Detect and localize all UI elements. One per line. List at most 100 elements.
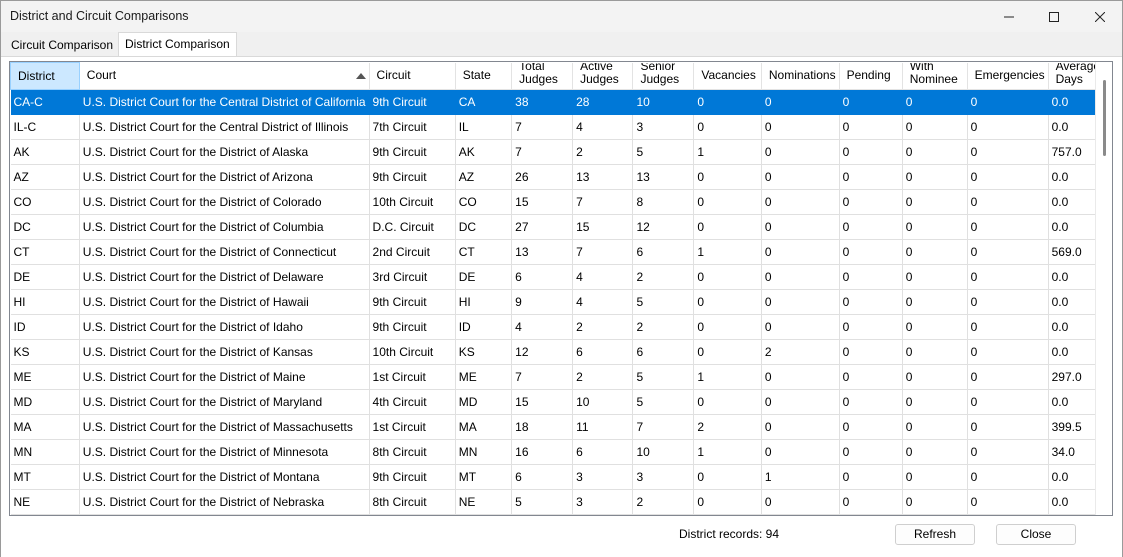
cell-with-nominee: 0 xyxy=(902,189,968,215)
close-button[interactable]: Close xyxy=(996,524,1076,545)
maximize-icon xyxy=(1049,11,1059,22)
vertical-scrollbar[interactable] xyxy=(1095,62,1112,515)
cell-total-judges: 38 xyxy=(511,89,574,115)
column-header-label-line2: Days xyxy=(1055,71,1083,86)
cell-pending: 0 xyxy=(839,414,903,440)
column-header-pending[interactable]: Pending xyxy=(839,62,903,90)
cell-circuit: 1st Circuit xyxy=(369,364,456,390)
cell-district: ME xyxy=(10,364,80,390)
cell-active-judges: 3 xyxy=(572,464,634,490)
cell-with-nominee: 0 xyxy=(902,214,968,240)
title-bar: District and Circuit Comparisons xyxy=(1,1,1122,32)
cell-with-nominee: 0 xyxy=(902,164,968,190)
cell-senior-judges: 3 xyxy=(632,464,695,490)
table-row[interactable]: ID U.S. District Court for the District o… xyxy=(10,314,1112,340)
cell-state: CA xyxy=(455,89,513,115)
column-header-with-nominee[interactable]: With Nominee xyxy=(902,62,968,90)
cell-with-nominee: 0 xyxy=(902,364,968,390)
cell-court: U.S. District Court for the District of … xyxy=(79,139,370,165)
table-row[interactable]: ME U.S. District Court for the District o… xyxy=(10,364,1112,390)
column-header-total-judges[interactable]: Total Judges xyxy=(511,62,574,90)
cell-vacancies: 0 xyxy=(693,189,762,215)
cell-senior-judges: 6 xyxy=(632,339,695,365)
tab-district-comparison[interactable]: District Comparison xyxy=(118,32,237,57)
cell-vacancies: 0 xyxy=(693,389,762,415)
table-row[interactable]: DE U.S. District Court for the District o… xyxy=(10,264,1112,290)
column-header-nominations[interactable]: Nominations xyxy=(761,62,840,90)
cell-active-judges: 2 xyxy=(572,139,634,165)
table-row[interactable]: MA U.S. District Court for the District o… xyxy=(10,414,1112,440)
cell-with-nominee: 0 xyxy=(902,489,968,515)
column-header-vacancies[interactable]: Vacancies xyxy=(693,62,762,90)
cell-vacancies: 0 xyxy=(693,214,762,240)
cell-total-judges: 7 xyxy=(511,114,574,140)
cell-with-nominee: 0 xyxy=(902,114,968,140)
cell-circuit: 8th Circuit xyxy=(369,489,456,515)
cell-district: MN xyxy=(10,439,80,465)
column-header-senior-judges[interactable]: Senior Judges xyxy=(632,62,695,90)
table-row[interactable]: MT U.S. District Court for the District o… xyxy=(10,464,1112,490)
column-header-label: Vacancies xyxy=(701,68,756,83)
cell-active-judges: 2 xyxy=(572,364,634,390)
cell-pending: 0 xyxy=(839,114,903,140)
cell-total-judges: 5 xyxy=(511,489,574,515)
cell-state: MD xyxy=(455,389,513,415)
column-header-active-judges[interactable]: Active Judges xyxy=(572,62,634,90)
scrollbar-thumb[interactable] xyxy=(1103,80,1106,156)
cell-court: U.S. District Court for the District of … xyxy=(79,439,370,465)
cell-active-judges: 28 xyxy=(572,89,634,115)
table-row[interactable]: HI U.S. District Court for the District o… xyxy=(10,289,1112,315)
minimize-button[interactable] xyxy=(986,1,1032,32)
cell-circuit: 7th Circuit xyxy=(369,114,456,140)
column-header-circuit[interactable]: Circuit xyxy=(369,62,456,90)
cell-district: DE xyxy=(10,264,80,290)
table-row[interactable]: MN U.S. District Court for the District o… xyxy=(10,439,1112,465)
minimize-icon xyxy=(1004,16,1014,17)
cell-senior-judges: 6 xyxy=(632,239,695,265)
cell-court: U.S. District Court for the District of … xyxy=(79,214,370,240)
cell-district: ID xyxy=(10,314,80,340)
maximize-button[interactable] xyxy=(1031,1,1077,32)
table-row[interactable]: DC U.S. District Court for the District o… xyxy=(10,214,1112,240)
table-row[interactable]: IL-C U.S. District Court for the Central … xyxy=(10,114,1112,140)
cell-court: U.S. District Court for the District of … xyxy=(79,464,370,490)
cell-vacancies: 1 xyxy=(693,439,762,465)
table-row[interactable]: MD U.S. District Court for the District o… xyxy=(10,389,1112,415)
cell-emergencies: 0 xyxy=(967,89,1049,115)
column-header-court[interactable]: Court xyxy=(79,62,370,90)
table-row[interactable]: CA-C U.S. District Court for the Central … xyxy=(10,89,1112,115)
cell-total-judges: 12 xyxy=(511,339,574,365)
cell-emergencies: 0 xyxy=(967,164,1049,190)
table-row[interactable]: AZ U.S. District Court for the District o… xyxy=(10,164,1112,190)
cell-with-nominee: 0 xyxy=(902,139,968,165)
cell-active-judges: 11 xyxy=(572,414,634,440)
column-header-district[interactable]: District xyxy=(10,62,80,90)
cell-nominations: 1 xyxy=(761,464,840,490)
tab-circuit-comparison[interactable]: Circuit Comparison xyxy=(4,35,120,56)
cell-emergencies: 0 xyxy=(967,239,1049,265)
cell-court: U.S. District Court for the Central Dist… xyxy=(79,89,370,115)
cell-district: KS xyxy=(10,339,80,365)
table-row[interactable]: KS U.S. District Court for the District o… xyxy=(10,339,1112,365)
cell-active-judges: 3 xyxy=(572,489,634,515)
column-header-state[interactable]: State xyxy=(455,62,513,90)
cell-vacancies: 1 xyxy=(693,239,762,265)
table-row[interactable]: CO U.S. District Court for the District o… xyxy=(10,189,1112,215)
table-row[interactable]: NE U.S. District Court for the District o… xyxy=(10,489,1112,515)
table-row[interactable]: AK U.S. District Court for the District o… xyxy=(10,139,1112,165)
tab-strip: Circuit Comparison District Comparison xyxy=(1,32,1122,57)
cell-state: DE xyxy=(455,264,513,290)
cell-total-judges: 15 xyxy=(511,389,574,415)
district-grid[interactable]: District Court Circuit State Total Judges Acti… xyxy=(9,61,1113,516)
refresh-button[interactable]: Refresh xyxy=(895,524,975,545)
dialog-window: District and Circuit Comparisons Circuit… xyxy=(0,0,1123,557)
column-header-emergencies[interactable]: Emergencies xyxy=(967,62,1049,90)
cell-senior-judges: 5 xyxy=(632,389,695,415)
cell-with-nominee: 0 xyxy=(902,289,968,315)
cell-active-judges: 7 xyxy=(572,239,634,265)
close-window-button[interactable] xyxy=(1077,1,1123,32)
table-row[interactable]: CT U.S. District Court for the District o… xyxy=(10,239,1112,265)
cell-pending: 0 xyxy=(839,139,903,165)
cell-circuit: 9th Circuit xyxy=(369,139,456,165)
cell-vacancies: 0 xyxy=(693,314,762,340)
